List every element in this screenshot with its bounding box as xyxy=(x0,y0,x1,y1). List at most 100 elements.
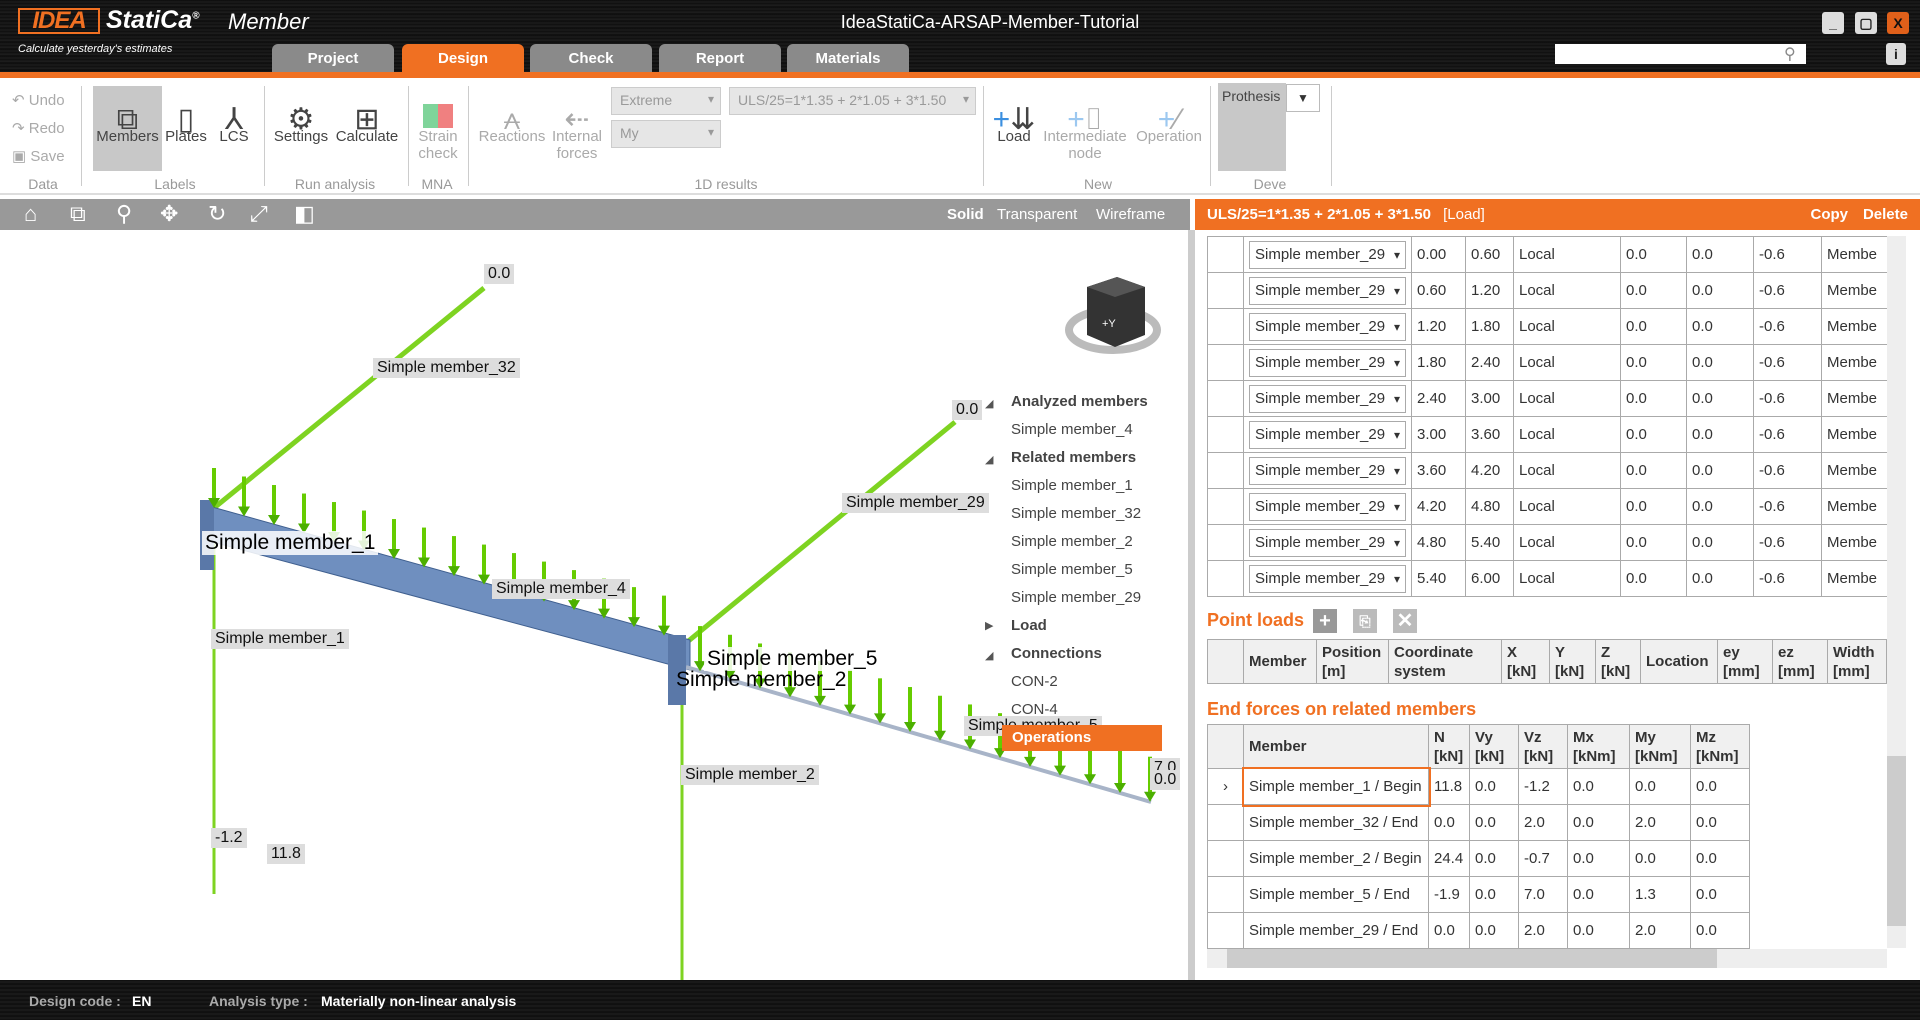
row-header[interactable] xyxy=(1207,524,1244,561)
table-cell[interactable]: 4.80 xyxy=(1411,524,1466,561)
scrollbar-thumb[interactable] xyxy=(1227,949,1717,968)
table-cell[interactable]: 1.3 xyxy=(1629,876,1691,913)
table-cell[interactable]: Local xyxy=(1513,560,1621,597)
table-cell[interactable]: 0.0 xyxy=(1629,840,1691,877)
table-cell[interactable]: 0.0 xyxy=(1567,804,1630,841)
table-cell[interactable]: 0.0 xyxy=(1620,380,1687,417)
table-cell[interactable]: Simple member_2 / Begin xyxy=(1243,840,1429,877)
mode-wireframe[interactable]: Wireframe xyxy=(1096,206,1165,223)
member-dropdown[interactable]: Simple member_29 xyxy=(1249,312,1406,341)
tree-operations[interactable]: Operations xyxy=(1002,725,1162,751)
tree-item[interactable]: CON-4 xyxy=(1011,701,1058,718)
table-cell[interactable]: -0.6 xyxy=(1753,488,1822,525)
table-cell[interactable]: 3.60 xyxy=(1465,416,1514,453)
column-header[interactable]: N [kN] xyxy=(1428,724,1470,769)
table-cell[interactable]: 0.60 xyxy=(1465,236,1514,273)
column-header[interactable]: Position [m] xyxy=(1316,639,1389,684)
table-cell[interactable]: 2.0 xyxy=(1629,804,1691,841)
table-cell[interactable]: 0.0 xyxy=(1690,804,1750,841)
table-cell[interactable]: 0.0 xyxy=(1469,876,1519,913)
table-cell[interactable]: Membe xyxy=(1821,416,1888,453)
vertical-scrollbar[interactable] xyxy=(1887,236,1906,948)
table-cell[interactable]: -0.6 xyxy=(1753,236,1822,273)
member-dropdown[interactable]: Simple member_29 xyxy=(1249,456,1406,485)
pan-icon[interactable]: ✥ xyxy=(160,202,178,226)
table-row[interactable]: Simple member_5 / End -1.9 0.0 7.0 0.0 1.3 0.0 xyxy=(1207,876,1750,913)
table-cell[interactable]: 0.0 xyxy=(1620,560,1687,597)
column-header[interactable]: Z [kN] xyxy=(1595,639,1641,684)
row-header[interactable] xyxy=(1207,840,1244,877)
delete-button[interactable]: Delete xyxy=(1863,199,1908,230)
expand-icon[interactable]: ▶ xyxy=(985,619,993,632)
table-cell[interactable]: 1.80 xyxy=(1411,344,1466,381)
tree-load[interactable]: Load xyxy=(1011,617,1047,634)
zoom-icon[interactable]: ⚲ xyxy=(116,202,132,226)
table-cell[interactable]: 0.0 xyxy=(1567,912,1630,949)
member-dropdown[interactable]: Simple member_29 xyxy=(1249,384,1406,413)
table-cell[interactable]: Local xyxy=(1513,488,1621,525)
column-header[interactable]: Vz [kN] xyxy=(1518,724,1568,769)
members-button[interactable]: ⧉ Members xyxy=(93,86,162,171)
table-cell[interactable]: 0.0 xyxy=(1620,452,1687,489)
table-row[interactable]: Simple member_294.204.80Local0.00.0-0.6M… xyxy=(1207,488,1888,525)
table-cell[interactable]: Membe xyxy=(1821,380,1888,417)
table-cell[interactable]: Simple member_29 xyxy=(1243,524,1412,561)
component-select[interactable]: My xyxy=(611,120,721,148)
undo-button[interactable]: ↶ Undo xyxy=(12,92,65,109)
table-cell[interactable]: 0.0 xyxy=(1620,524,1687,561)
member-dropdown[interactable]: Simple member_29 xyxy=(1249,528,1406,557)
table-cell[interactable]: 2.0 xyxy=(1629,912,1691,949)
table-cell[interactable]: -0.6 xyxy=(1753,380,1822,417)
operation-button[interactable]: + ⁄ Operation xyxy=(1134,86,1204,146)
table-cell[interactable]: 0.0 xyxy=(1686,488,1754,525)
row-header[interactable] xyxy=(1207,308,1244,345)
column-header[interactable]: Member xyxy=(1243,724,1429,769)
row-header[interactable] xyxy=(1207,236,1244,273)
table-cell[interactable]: 7.0 xyxy=(1518,876,1568,913)
home-icon[interactable]: ⌂ xyxy=(24,202,37,226)
table-cell[interactable]: 24.4 xyxy=(1428,840,1470,877)
table-cell[interactable]: 0.0 xyxy=(1469,804,1519,841)
table-cell[interactable]: Local xyxy=(1513,272,1621,309)
tree-analyzed-members[interactable]: Analyzed members xyxy=(1011,393,1148,410)
table-cell[interactable]: 0.0 xyxy=(1620,344,1687,381)
collapse-icon[interactable]: ◢ xyxy=(985,453,993,466)
table-row[interactable]: Simple member_295.406.00Local0.00.0-0.6M… xyxy=(1207,560,1888,597)
column-header[interactable]: Location xyxy=(1640,639,1718,684)
add-icon[interactable]: + xyxy=(1313,609,1337,633)
table-row[interactable]: Simple member_2 / Begin 24.4 0.0 -0.7 0.0 0.0… xyxy=(1207,840,1750,877)
table-cell[interactable]: -0.6 xyxy=(1753,416,1822,453)
table-cell[interactable]: 0.0 xyxy=(1686,272,1754,309)
table-cell[interactable]: Simple member_29 xyxy=(1243,308,1412,345)
table-cell[interactable]: 2.40 xyxy=(1411,380,1466,417)
mode-transparent[interactable]: Transparent xyxy=(997,206,1077,223)
table-cell[interactable]: 2.0 xyxy=(1518,804,1568,841)
tab-report[interactable]: Report xyxy=(659,44,781,72)
table-cell[interactable]: 3.00 xyxy=(1411,416,1466,453)
table-cell[interactable]: -0.6 xyxy=(1753,308,1822,345)
search-input[interactable] xyxy=(1555,44,1806,64)
zoom-extents-icon[interactable]: ⤢ xyxy=(250,202,268,226)
table-row[interactable]: Simple member_292.403.00Local0.00.0-0.6M… xyxy=(1207,380,1888,417)
row-header[interactable] xyxy=(1207,488,1244,525)
info-button[interactable]: i xyxy=(1886,43,1906,65)
tree-item[interactable]: CON-2 xyxy=(1011,673,1058,690)
column-header[interactable]: Y [kN] xyxy=(1549,639,1596,684)
table-cell[interactable]: 6.00 xyxy=(1465,560,1514,597)
table-cell[interactable]: Simple member_29 xyxy=(1243,452,1412,489)
intermediate-node-button[interactable]: + ⌷ Intermediate node xyxy=(1040,86,1130,163)
table-cell[interactable]: 0.0 xyxy=(1686,308,1754,345)
table-cell[interactable]: 1.20 xyxy=(1465,272,1514,309)
load-button[interactable]: + ⇊ Load xyxy=(992,86,1036,146)
copy-icon[interactable]: ⎘ xyxy=(1353,609,1377,633)
table-cell[interactable]: 0.0 xyxy=(1620,488,1687,525)
delete-icon[interactable]: ✕ xyxy=(1393,609,1417,633)
extreme-select[interactable]: Extreme xyxy=(611,87,721,115)
table-cell[interactable]: 0.0 xyxy=(1469,768,1519,805)
lcs-button[interactable]: ⅄ LCS xyxy=(212,86,256,146)
table-cell[interactable]: 0.0 xyxy=(1567,768,1630,805)
table-cell[interactable]: Membe xyxy=(1821,560,1888,597)
tree-item[interactable]: Simple member_32 xyxy=(1011,505,1141,522)
tab-check[interactable]: Check xyxy=(530,44,652,72)
table-cell[interactable]: Membe xyxy=(1821,308,1888,345)
